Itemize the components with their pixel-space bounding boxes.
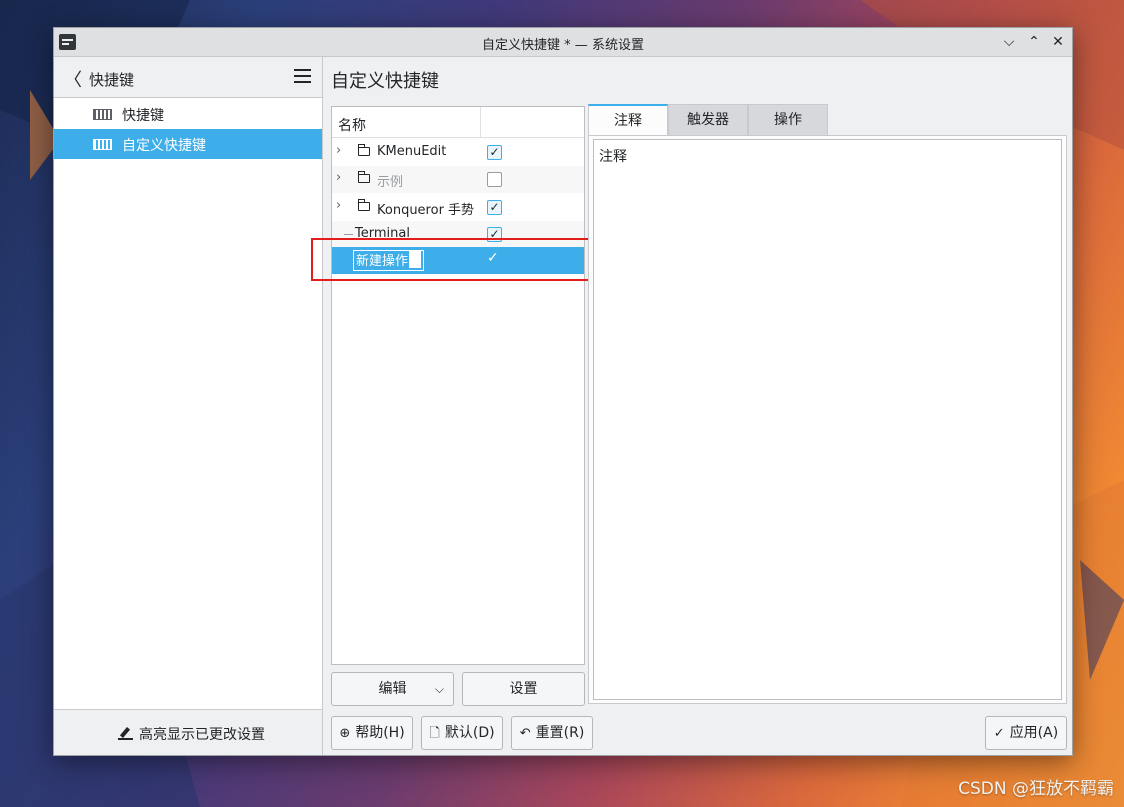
enabled-checkbox[interactable]: ✓: [487, 200, 502, 215]
tree-row-examples[interactable]: › 示例: [332, 166, 584, 193]
titlebar: 自定义快捷键 * — 系统设置 ⌵ ⌃ ✕: [54, 28, 1072, 57]
tab-comment[interactable]: 注释: [588, 104, 668, 135]
tree-header: 名称: [332, 107, 584, 138]
document-defaults-icon: 🗋: [429, 726, 440, 741]
enabled-checkbox[interactable]: ✓: [487, 145, 502, 160]
annotation-highlight-box: [311, 238, 605, 281]
column-divider: [480, 107, 481, 138]
apply-button[interactable]: ✓ 应用(A): [985, 716, 1067, 750]
help-lifebuoy-icon: ⊕: [339, 726, 351, 741]
actions-tree[interactable]: 名称 › KMenuEdit ✓ › 示例 › Konqueror 手势 ✓ T…: [331, 106, 585, 665]
csdn-watermark: CSDN @狂放不羁霸: [958, 779, 1114, 799]
edit-dropdown-button[interactable]: 编辑 ⌵: [331, 672, 454, 706]
highlight-changed-settings-button[interactable]: 高亮显示已更改设置: [118, 724, 265, 744]
sidebar-header: 〈 快捷键: [54, 57, 322, 98]
undo-icon: ↶: [519, 726, 531, 741]
tree-branch-line: [344, 234, 353, 235]
sidebar-item-custom-shortcuts[interactable]: 自定义快捷键: [54, 129, 322, 159]
column-header-name[interactable]: 名称: [338, 115, 366, 135]
defaults-button-label: 默认(D): [444, 725, 495, 741]
main-content: 自定义快捷键 名称 › KMenuEdit ✓ › 示例 › Konqueror…: [311, 57, 1072, 755]
edit-button-label: 编辑: [378, 681, 407, 697]
page-title: 自定义快捷键: [331, 71, 439, 92]
comment-tab-panel: 注释: [588, 135, 1067, 704]
sidebar: 〈 快捷键 快捷键 自定义快捷键 高亮显示已更改设置: [54, 57, 323, 755]
expand-chevron-icon[interactable]: ›: [336, 198, 341, 213]
maximize-button[interactable]: ⌃: [1023, 31, 1045, 53]
reset-button-label: 重置(R): [535, 725, 585, 741]
defaults-button[interactable]: 🗋 默认(D): [421, 716, 503, 750]
system-settings-window: 自定义快捷键 * — 系统设置 ⌵ ⌃ ✕ 〈 快捷键 快捷键 自定义快捷键 高…: [53, 27, 1073, 756]
sidebar-item-label: 自定义快捷键: [122, 138, 206, 154]
close-button[interactable]: ✕: [1047, 31, 1069, 53]
expand-chevron-icon[interactable]: ›: [336, 143, 341, 158]
window-title: 自定义快捷键 * — 系统设置: [482, 38, 644, 53]
highlight-changed-label: 高亮显示已更改设置: [139, 727, 265, 743]
folder-icon: [358, 171, 370, 183]
enabled-checkbox[interactable]: [487, 172, 502, 187]
help-button[interactable]: ⊕ 帮助(H): [331, 716, 413, 750]
folder-icon: [358, 199, 370, 211]
keyboard-icon: [93, 139, 112, 150]
tree-row-label: KMenuEdit: [377, 144, 447, 159]
keyboard-icon: [93, 109, 112, 120]
apply-button-label: 应用(A): [1009, 725, 1059, 741]
folder-icon: [358, 144, 370, 156]
tree-row-label: 示例: [377, 175, 404, 190]
back-arrow-icon[interactable]: 〈: [64, 66, 82, 92]
check-icon: ✓: [993, 726, 1005, 741]
tab-action[interactable]: 操作: [748, 104, 828, 135]
reset-button[interactable]: ↶ 重置(R): [511, 716, 593, 750]
settings-button[interactable]: 设置: [462, 672, 585, 706]
sidebar-item-shortcuts[interactable]: 快捷键: [54, 99, 322, 129]
sidebar-item-label: 快捷键: [122, 108, 164, 124]
chevron-down-icon: ⌵: [434, 682, 444, 696]
comment-textarea[interactable]: 注释: [593, 139, 1062, 700]
comment-text: 注释: [599, 149, 627, 165]
tree-row-label: Konqueror 手势: [377, 203, 475, 218]
minimize-button[interactable]: ⌵: [998, 31, 1020, 53]
help-button-label: 帮助(H): [355, 725, 405, 741]
tree-row-konqueror-gestures[interactable]: › Konqueror 手势 ✓: [332, 194, 584, 221]
hamburger-menu-icon[interactable]: [294, 69, 311, 83]
sidebar-footer: 高亮显示已更改设置: [54, 709, 322, 755]
sidebar-title: 快捷键: [89, 71, 135, 89]
tab-trigger[interactable]: 触发器: [668, 104, 748, 135]
highlight-pen-icon: [118, 727, 133, 740]
tree-row-kmenuedit[interactable]: › KMenuEdit ✓: [332, 139, 584, 166]
expand-chevron-icon[interactable]: ›: [336, 170, 341, 185]
